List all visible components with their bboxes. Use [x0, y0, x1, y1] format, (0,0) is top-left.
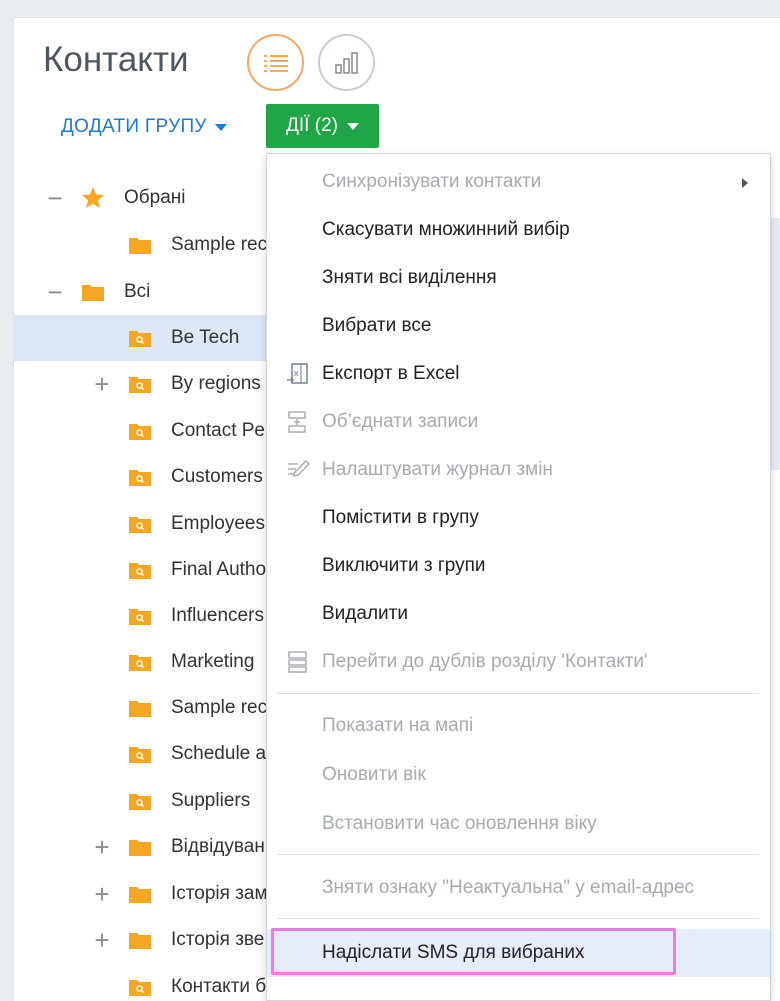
menu-item-label: Показати на мапі	[322, 715, 474, 736]
tree-item-label: Employees	[171, 513, 265, 534]
folder-icon	[129, 840, 151, 856]
list-view-icon	[263, 54, 288, 72]
menu-item-remove-from-group[interactable]: Виключити з групи	[267, 542, 770, 590]
tree-item-label: Marketing	[171, 651, 255, 672]
menu-separator	[277, 693, 759, 694]
tree-item-label: Відвідуван	[171, 836, 265, 857]
tree-item-label: Final Autho	[171, 559, 267, 580]
menu-item-go-to-duplicates[interactable]: Перейти до дублів розділу 'Контакти'	[267, 638, 770, 686]
menu-item-show-on-map[interactable]: Показати на мапі	[267, 702, 770, 750]
menu-item-export-excel[interactable]: x Експорт в Excel	[267, 350, 770, 398]
folder-icon	[82, 285, 104, 301]
tree-item-label: Обрані	[124, 187, 186, 208]
menu-item-label: Видалити	[322, 603, 408, 624]
search-folder-icon	[129, 424, 151, 440]
search-folder-icon	[129, 517, 151, 533]
search-folder-icon	[129, 377, 151, 393]
folder-icon	[129, 933, 151, 949]
menu-item-label: Вибрати все	[322, 315, 432, 336]
menu-item-label: Оновити вік	[322, 764, 426, 785]
search-folder-icon	[129, 655, 151, 671]
add-group-label: ДОДАТИ ГРУПУ	[61, 116, 207, 137]
menu-item-sync-contacts[interactable]: Синхронізувати контакти	[267, 158, 770, 206]
menu-separator	[277, 854, 759, 855]
edit-log-icon	[288, 460, 310, 477]
menu-item-label: Виключити з групи	[322, 555, 486, 576]
collapse-icon[interactable]: −	[45, 185, 65, 211]
menu-item-label: Синхронізувати контакти	[322, 171, 542, 192]
expand-icon[interactable]: +	[92, 881, 112, 907]
menu-item-delete[interactable]: Видалити	[267, 590, 770, 638]
menu-item-label: Помістити в групу	[322, 507, 479, 528]
menu-item-label: Експорт в Excel	[322, 363, 460, 384]
tree-item-label: Be Tech	[171, 327, 240, 348]
menu-separator	[277, 918, 759, 919]
menu-item-label: Налаштувати журнал змін	[322, 459, 553, 480]
menu-item-label: Надіслати SMS для вибраних	[322, 942, 585, 963]
tree-item-label: Sample rec	[171, 697, 268, 718]
tree-item-label: Suppliers	[171, 790, 251, 811]
menu-item-label: Перейти до дублів розділу 'Контакти'	[322, 651, 648, 672]
search-folder-icon	[129, 980, 151, 996]
tree-item-label: Schedule a	[171, 743, 267, 764]
folder-icon	[129, 238, 151, 254]
search-folder-icon	[129, 609, 151, 625]
chart-view-icon	[334, 51, 358, 74]
menu-item-label: Зняти всі виділення	[322, 267, 497, 288]
tree-item-label: Influencers	[171, 605, 264, 626]
menu-item-label: Об’єднати записи	[322, 411, 479, 432]
caret-down-icon	[214, 123, 227, 131]
svg-text:x: x	[294, 368, 299, 378]
menu-item-update-age[interactable]: Оновити вік	[267, 751, 770, 799]
excel-export-icon: x	[287, 363, 308, 384]
submenu-arrow-icon	[742, 178, 748, 188]
tree-item-label: Всі	[124, 281, 151, 302]
add-group-button[interactable]: ДОДАТИ ГРУПУ	[61, 116, 227, 138]
merge-records-icon	[288, 411, 306, 433]
folder-icon	[129, 701, 151, 717]
menu-item-cancel-multiselect[interactable]: Скасувати множинний вибір	[267, 206, 770, 254]
tree-item-label: Sample rec	[171, 234, 268, 255]
menu-item-send-sms[interactable]: Надіслати SMS для вибраних	[267, 929, 770, 977]
actions-label: ДІЇ (2)	[286, 115, 338, 136]
menu-item-merge-records[interactable]: Об’єднати записи	[267, 398, 770, 446]
folder-icon	[129, 887, 151, 903]
collapse-icon[interactable]: −	[45, 279, 65, 305]
menu-item-deselect-all[interactable]: Зняти всі виділення	[267, 254, 770, 302]
star-icon	[82, 187, 104, 208]
menu-item-clear-email-flag[interactable]: Зняти ознаку "Неактуальна" у email-адрес	[267, 864, 770, 912]
expand-icon[interactable]: +	[92, 371, 112, 397]
background-grid-edge	[771, 218, 780, 470]
page-title: Контакти	[43, 40, 189, 79]
search-folder-icon	[129, 794, 151, 810]
search-folder-icon	[129, 747, 151, 763]
caret-down-icon	[346, 122, 359, 130]
list-view-button[interactable]	[247, 34, 304, 91]
tree-item-label: Історія зам	[171, 883, 268, 904]
menu-item-set-age-update-time[interactable]: Встановити час оновлення віку	[267, 800, 770, 848]
menu-item-label: Скасувати множинний вибір	[322, 219, 570, 240]
search-folder-icon	[129, 331, 151, 347]
actions-button[interactable]: ДІЇ (2)	[266, 104, 379, 148]
search-folder-icon	[129, 470, 151, 486]
actions-dropdown-menu: Синхронізувати контакти Скасувати множин…	[266, 153, 771, 1001]
menu-item-select-all[interactable]: Вибрати все	[267, 302, 770, 350]
menu-item-label: Зняти ознаку "Неактуальна" у email-адрес	[322, 877, 695, 898]
duplicates-icon	[288, 651, 307, 673]
menu-item-label: Встановити час оновлення віку	[322, 813, 597, 834]
expand-icon[interactable]: +	[92, 834, 112, 860]
chart-view-button[interactable]	[318, 34, 375, 91]
menu-item-change-log[interactable]: Налаштувати журнал змін	[267, 446, 770, 494]
search-folder-icon	[129, 563, 151, 579]
menu-item-add-to-group[interactable]: Помістити в групу	[267, 494, 770, 542]
tree-item-label: By regions	[171, 373, 261, 394]
tree-item-label: Customers	[171, 466, 263, 487]
tree-item-label: Contact Pe	[171, 420, 265, 441]
expand-icon[interactable]: +	[92, 927, 112, 953]
tree-item-label: Історія зве	[171, 929, 265, 950]
